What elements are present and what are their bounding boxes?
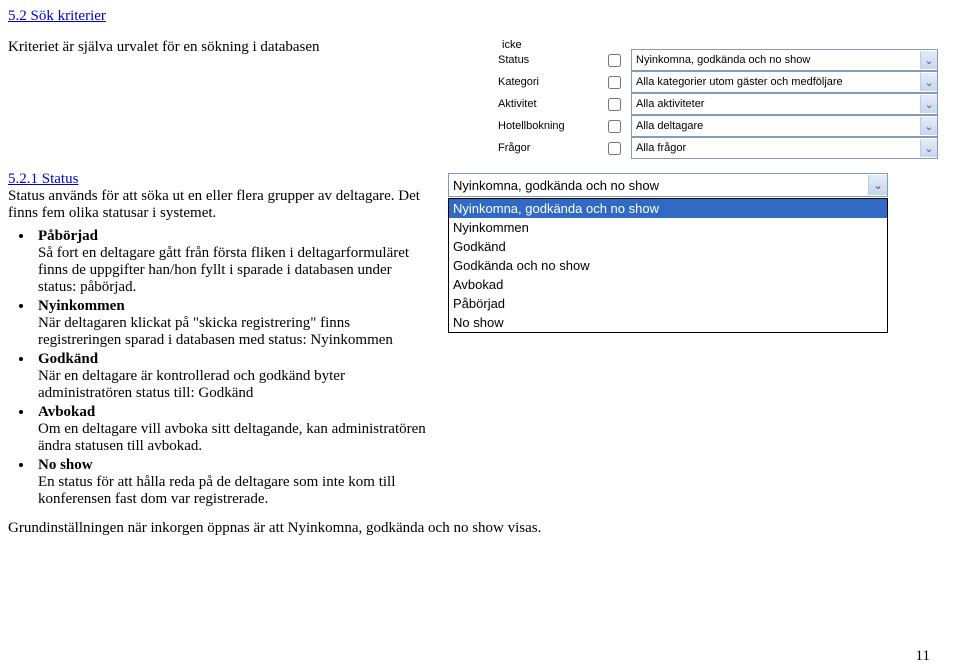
chevron-down-icon: ⌄ — [868, 175, 887, 195]
status-bullet-item: No showEn status för att hålla reda på d… — [34, 457, 428, 508]
status-row: 5.2.1 Status Status används för att söka… — [8, 171, 932, 510]
status-item-name: No show — [38, 457, 93, 473]
filter-invert-checkbox[interactable] — [608, 142, 621, 155]
status-lead: Status används för att söka ut en eller … — [8, 188, 428, 222]
filter-row: Status Nyinkomna, godkända och no show ⌄ — [498, 49, 938, 71]
filter-label: Kategori — [498, 76, 608, 88]
status-bullet-item: AvbokadOm en deltagare vill avboka sitt … — [34, 404, 428, 455]
filter-label: Aktivitet — [498, 98, 608, 110]
filter-label: Hotellbokning — [498, 120, 608, 132]
status-dropdown-expanded: Nyinkomna, godkända och no show ⌄ Nyinko… — [448, 173, 888, 333]
dropdown-option[interactable]: Avbokad — [449, 275, 887, 294]
filter-select[interactable]: Alla frågor ⌄ — [631, 137, 938, 159]
filter-invert-checkbox[interactable] — [608, 76, 621, 89]
filter-select-value: Alla frågor — [636, 142, 686, 154]
filter-select-value: Alla kategorier utom gäster och medfölja… — [636, 76, 843, 88]
filter-select[interactable]: Nyinkomna, godkända och no show ⌄ — [631, 49, 938, 71]
dropdown-selected-box[interactable]: Nyinkomna, godkända och no show ⌄ — [448, 173, 888, 197]
status-item-text: Så fort en deltagare gått från första fl… — [38, 245, 409, 295]
status-item-name: Avbokad — [38, 404, 95, 420]
filter-select-value: Alla aktiviteter — [636, 98, 704, 110]
status-bullet-item: NyinkommenNär deltagaren klickat på "ski… — [34, 298, 428, 349]
chevron-down-icon: ⌄ — [920, 73, 937, 91]
filter-row: Kategori Alla kategorier utom gäster och … — [498, 71, 938, 93]
closing-text: Grundinställningen när inkorgen öppnas ä… — [8, 520, 932, 537]
status-bullet-item: PåbörjadSå fort en deltagare gått från f… — [34, 228, 428, 296]
top-row: Kriteriet är själva urvalet för en sökni… — [8, 39, 932, 159]
filter-select[interactable]: Alla kategorier utom gäster och medfölja… — [631, 71, 938, 93]
intro-text: Kriteriet är själva urvalet för en sökni… — [8, 39, 488, 56]
chevron-down-icon: ⌄ — [920, 139, 937, 157]
dropdown-option-list: Nyinkomna, godkända och no showNyinkomme… — [448, 198, 888, 333]
page-number: 11 — [916, 648, 930, 665]
status-item-name: Godkänd — [38, 351, 98, 367]
dropdown-option[interactable]: Påbörjad — [449, 294, 887, 313]
filter-select-value: Nyinkomna, godkända och no show — [636, 54, 810, 66]
intro-block: Kriteriet är själva urvalet för en sökni… — [8, 39, 488, 56]
filter-row: Frågor Alla frågor ⌄ — [498, 137, 938, 159]
status-subheading: 5.2.1 Status — [8, 171, 78, 187]
status-bullet-item: GodkändNär en deltagare är kontrollerad … — [34, 351, 428, 402]
filter-invert-checkbox[interactable] — [608, 98, 621, 111]
filter-select[interactable]: Alla aktiviteter ⌄ — [631, 93, 938, 115]
status-item-text: Om en deltagare vill avboka sitt deltaga… — [38, 421, 426, 454]
dropdown-option[interactable]: Nyinkomna, godkända och no show — [449, 199, 887, 218]
status-item-name: Nyinkommen — [38, 298, 125, 314]
section-heading: 5.2 Sök kriterier — [8, 8, 932, 25]
filter-invert-checkbox[interactable] — [608, 120, 621, 133]
filter-row: Hotellbokning Alla deltagare ⌄ — [498, 115, 938, 137]
status-item-name: Påbörjad — [38, 228, 98, 244]
chevron-down-icon: ⌄ — [920, 51, 937, 69]
filters-panel: icke StatusNyinkomna, godkända och no sh… — [498, 39, 938, 159]
filter-invert-checkbox[interactable] — [608, 54, 621, 67]
dropdown-option[interactable]: Godkända och no show — [449, 256, 887, 275]
status-text-block: 5.2.1 Status Status används för att söka… — [8, 171, 428, 510]
chevron-down-icon: ⌄ — [920, 95, 937, 113]
chevron-down-icon: ⌄ — [920, 117, 937, 135]
status-bullet-list: PåbörjadSå fort en deltagare gått från f… — [34, 228, 428, 508]
dropdown-option[interactable]: No show — [449, 313, 887, 332]
filter-label: Status — [498, 54, 608, 66]
dropdown-selected-text: Nyinkomna, godkända och no show — [453, 178, 659, 193]
dropdown-option[interactable]: Nyinkommen — [449, 218, 887, 237]
status-item-text: En status för att hålla reda på de delta… — [38, 474, 395, 507]
filter-select[interactable]: Alla deltagare ⌄ — [631, 115, 938, 137]
filter-row: Aktivitet Alla aktiviteter ⌄ — [498, 93, 938, 115]
status-item-text: När deltagaren klickat på "skicka regist… — [38, 315, 393, 348]
dropdown-option[interactable]: Godkänd — [449, 237, 887, 256]
status-item-text: När en deltagare är kontrollerad och god… — [38, 368, 345, 401]
filter-select-value: Alla deltagare — [636, 120, 703, 132]
filter-label: Frågor — [498, 142, 608, 154]
